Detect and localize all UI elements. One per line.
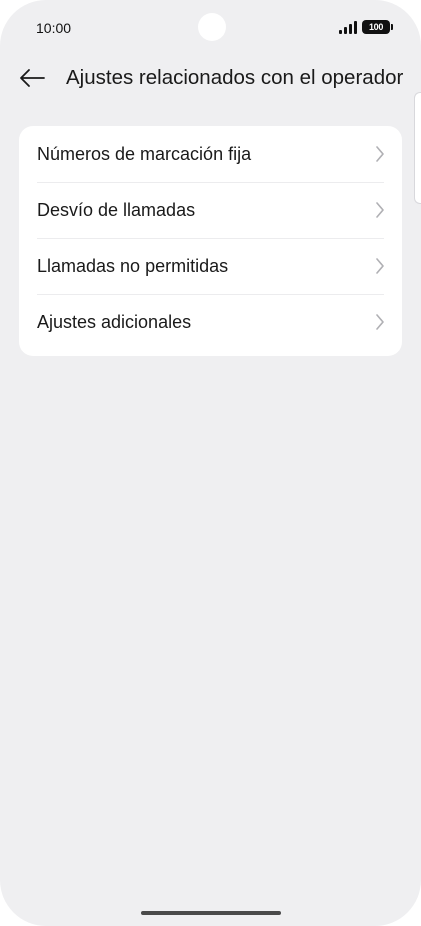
menu-item-call-barring[interactable]: Llamadas no permitidas xyxy=(19,238,402,294)
menu-item-label: Números de marcación fija xyxy=(37,143,252,164)
front-camera xyxy=(198,13,226,41)
header: Ajustes relacionados con el operador xyxy=(0,56,421,100)
signal-bars-icon xyxy=(339,21,357,34)
battery-level: 100 xyxy=(368,22,384,32)
menu-item-label: Ajustes adicionales xyxy=(37,311,192,332)
settings-card: Números de marcación fija Desvío de llam… xyxy=(19,126,402,356)
page-title: Ajustes relacionados con el operador xyxy=(66,66,404,89)
battery-icon: 100 xyxy=(362,20,393,34)
chevron-right-icon xyxy=(374,201,386,219)
menu-item-label: Llamadas no permitidas xyxy=(37,255,229,276)
home-indicator[interactable] xyxy=(141,911,281,915)
menu-item-label: Desvío de llamadas xyxy=(37,199,196,220)
back-button[interactable] xyxy=(14,60,50,96)
phone-screen: 10:00 100 Ajustes relacionados con el op… xyxy=(0,0,421,926)
status-time: 10:00 xyxy=(36,20,72,36)
chevron-right-icon xyxy=(374,145,386,163)
chevron-right-icon xyxy=(374,257,386,275)
menu-item-call-forwarding[interactable]: Desvío de llamadas xyxy=(19,182,402,238)
scrollbar[interactable] xyxy=(414,92,421,204)
menu-item-additional-settings[interactable]: Ajustes adicionales xyxy=(19,294,402,350)
chevron-right-icon xyxy=(374,313,386,331)
status-bar: 10:00 100 xyxy=(0,0,421,56)
arrow-left-icon xyxy=(20,69,45,87)
menu-item-fixed-dialing-numbers[interactable]: Números de marcación fija xyxy=(19,126,402,182)
